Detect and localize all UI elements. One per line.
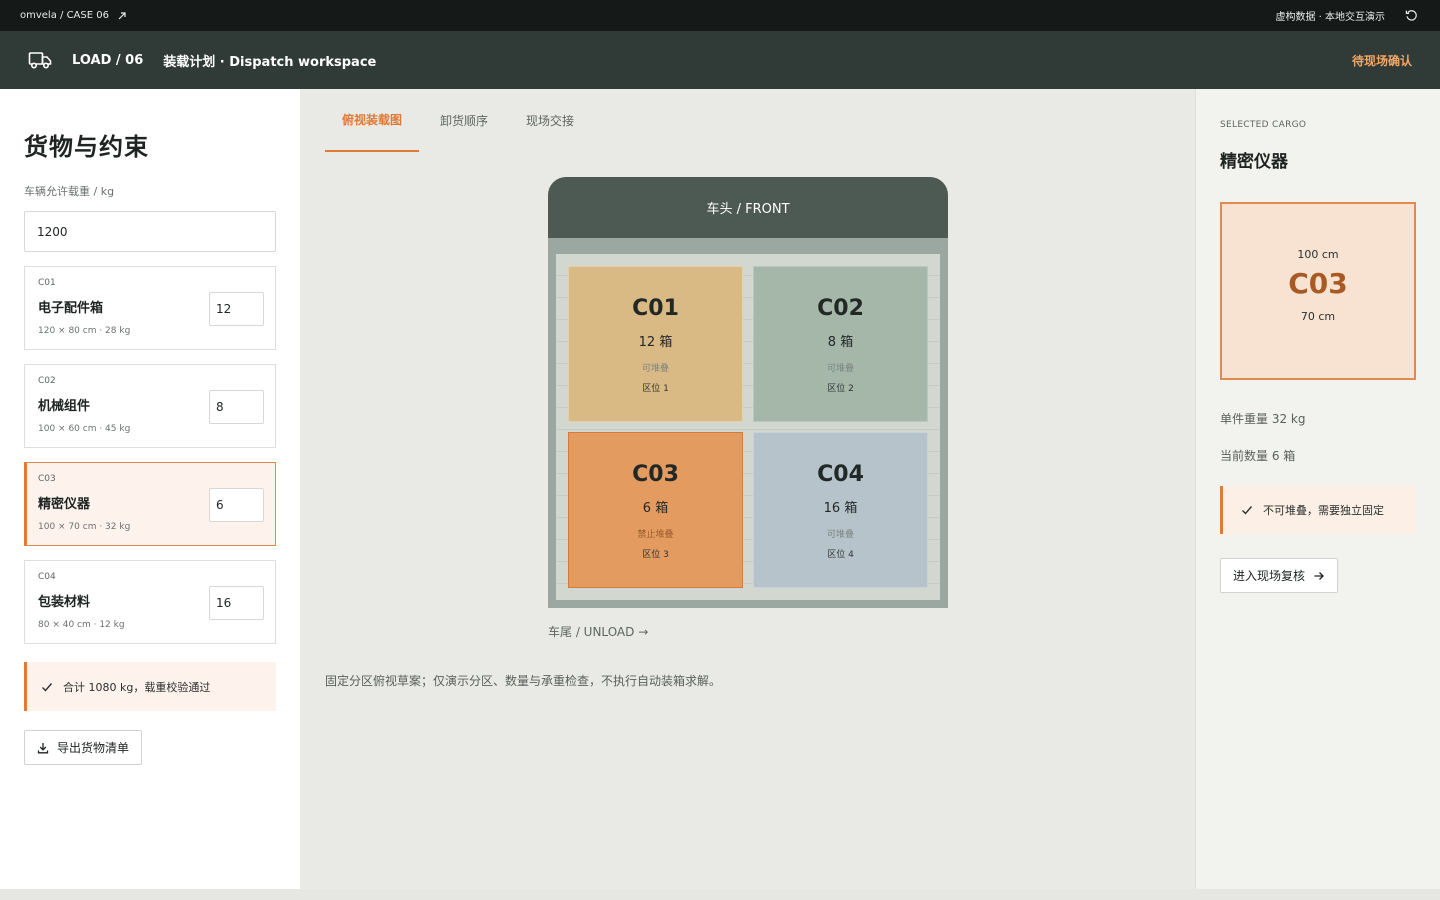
bottom-strip [0, 889, 1440, 900]
cargo-dims: 100 × 60 cm · 45 kg [38, 424, 131, 434]
cargo-card-c02[interactable]: C02 机械组件 100 × 60 cm · 45 kg [24, 364, 276, 448]
cargo-dims: 80 × 40 cm · 12 kg [38, 620, 125, 630]
rear-label: 车尾 / UNLOAD → [548, 625, 649, 639]
cargo-card-c01[interactable]: C01 电子配件箱 120 × 80 cm · 28 kg [24, 266, 276, 350]
slot-code: C04 [817, 462, 864, 487]
current-count: 当前数量 6 箱 [1220, 449, 1296, 463]
status-badge: 待现场确认 [1351, 53, 1412, 68]
slot-stack-rule: 禁止堆叠 [637, 530, 674, 540]
cargo-sidebar: 货物与约束 车辆允许载重 / kg C01 电子配件箱 120 × 80 cm … [0, 89, 300, 889]
selected-cargo-panel: SELECTED CARGO 精密仪器 100 cm C03 70 cm 单件重… [1195, 89, 1440, 889]
cargo-dims: 100 × 70 cm · 32 kg [38, 522, 131, 532]
arrow-right-icon [1314, 571, 1324, 580]
review-label: 进入现场复核 [1233, 569, 1306, 583]
download-icon [37, 742, 49, 753]
check-icon [1242, 506, 1253, 515]
slot-c03[interactable]: C03 6 箱 禁止堆叠 区位 3 [568, 432, 743, 588]
slot-qty: 6 箱 [642, 501, 669, 516]
front-label: 车头 / FRONT [706, 202, 790, 217]
slot-zone: 区位 4 [827, 550, 854, 560]
cargo-card-c04[interactable]: C04 包装材料 80 × 40 cm · 12 kg [24, 560, 276, 644]
tab-top-view[interactable]: 俯视装载图 [325, 89, 420, 152]
tab-unload-order[interactable]: 卸货顺序 [423, 89, 505, 152]
cargo-qty-input-c03[interactable] [209, 488, 264, 522]
unit-weight: 单件重量 32 kg [1220, 412, 1306, 426]
cargo-qty-input-c04[interactable] [209, 586, 264, 620]
selected-cargo-name: 精密仪器 [1220, 152, 1288, 172]
cargo-card-c03[interactable]: C03 精密仪器 100 × 70 cm · 32 kg [24, 462, 276, 546]
slot-c01[interactable]: C01 12 箱 可堆叠 区位 1 [568, 266, 743, 422]
summary-text: 合计 1080 kg，载重校验通过 [63, 680, 211, 694]
stacking-warning: 不可堆叠，需要独立固定 [1220, 486, 1416, 534]
layout-note: 固定分区俯视草案；仅演示分区、数量与承重检查，不执行自动装箱求解。 [325, 674, 722, 688]
site-review-button[interactable]: 进入现场复核 [1220, 558, 1339, 593]
export-label: 导出货物清单 [57, 741, 130, 755]
cargo-code: C02 [38, 376, 56, 386]
truck-top-view: 车头 / FRONT C01 12 箱 可堆叠 区位 1 C02 8 箱 可堆叠… [548, 177, 948, 608]
footprint-code: C03 [1288, 267, 1348, 300]
slot-zone: 区位 1 [642, 384, 669, 394]
app-header: LOAD / 06 装载计划 · Dispatch workspace 待现场确… [0, 31, 1440, 89]
max-weight-input[interactable] [24, 211, 276, 252]
weight-summary: 合计 1080 kg，载重校验通过 [24, 662, 276, 711]
panel-kicker: SELECTED CARGO [1220, 120, 1307, 130]
breadcrumb[interactable]: omvela / CASE 06 [20, 10, 127, 21]
slot-code: C01 [632, 296, 679, 321]
reset-icon[interactable] [1405, 9, 1418, 22]
export-cargo-button[interactable]: 导出货物清单 [24, 730, 143, 765]
cargo-qty-input-c02[interactable] [209, 390, 264, 424]
slot-code: C02 [817, 296, 864, 321]
footprint-width: 100 cm [1297, 248, 1339, 261]
slot-qty: 12 箱 [638, 335, 673, 350]
external-link-icon[interactable] [117, 11, 127, 21]
check-icon [42, 682, 53, 692]
load-code: LOAD / 06 [72, 52, 144, 68]
workspace-title: 装载计划 · Dispatch workspace [163, 54, 377, 70]
slot-c02[interactable]: C02 8 箱 可堆叠 区位 2 [753, 266, 928, 422]
warning-text: 不可堆叠，需要独立固定 [1263, 504, 1384, 517]
truck-icon [28, 52, 52, 69]
truck-cab: 车头 / FRONT [548, 177, 948, 238]
tab-handover[interactable]: 现场交接 [509, 89, 591, 152]
footprint-height: 70 cm [1300, 310, 1336, 323]
slot-qty: 16 箱 [823, 501, 858, 516]
slot-zone: 区位 3 [642, 550, 669, 560]
cargo-qty-input-c01[interactable] [209, 292, 264, 326]
breadcrumb-text: omvela / CASE 06 [20, 10, 109, 21]
cargo-code: C04 [38, 572, 56, 582]
slot-stack-rule: 可堆叠 [826, 530, 854, 540]
slot-zone: 区位 2 [827, 384, 854, 394]
sidebar-title: 货物与约束 [24, 133, 149, 161]
slot-code: C03 [632, 462, 679, 487]
slot-qty: 8 箱 [827, 335, 854, 350]
cargo-dims: 120 × 80 cm · 28 kg [38, 326, 131, 336]
slot-stack-rule: 可堆叠 [826, 364, 854, 374]
view-tabs: 俯视装载图 卸货顺序 现场交接 [325, 89, 595, 152]
slot-c04[interactable]: C04 16 箱 可堆叠 区位 4 [753, 432, 928, 588]
cargo-code: C01 [38, 278, 56, 288]
weight-label: 车辆允许载重 / kg [24, 185, 115, 198]
demo-info: 虚构数据 · 本地交互演示 [1275, 12, 1385, 23]
top-strip: omvela / CASE 06 虚构数据 · 本地交互演示 [0, 0, 1440, 31]
cargo-footprint-preview: 100 cm C03 70 cm [1220, 202, 1416, 380]
slot-stack-rule: 可堆叠 [641, 364, 669, 374]
cargo-code: C03 [38, 474, 56, 484]
